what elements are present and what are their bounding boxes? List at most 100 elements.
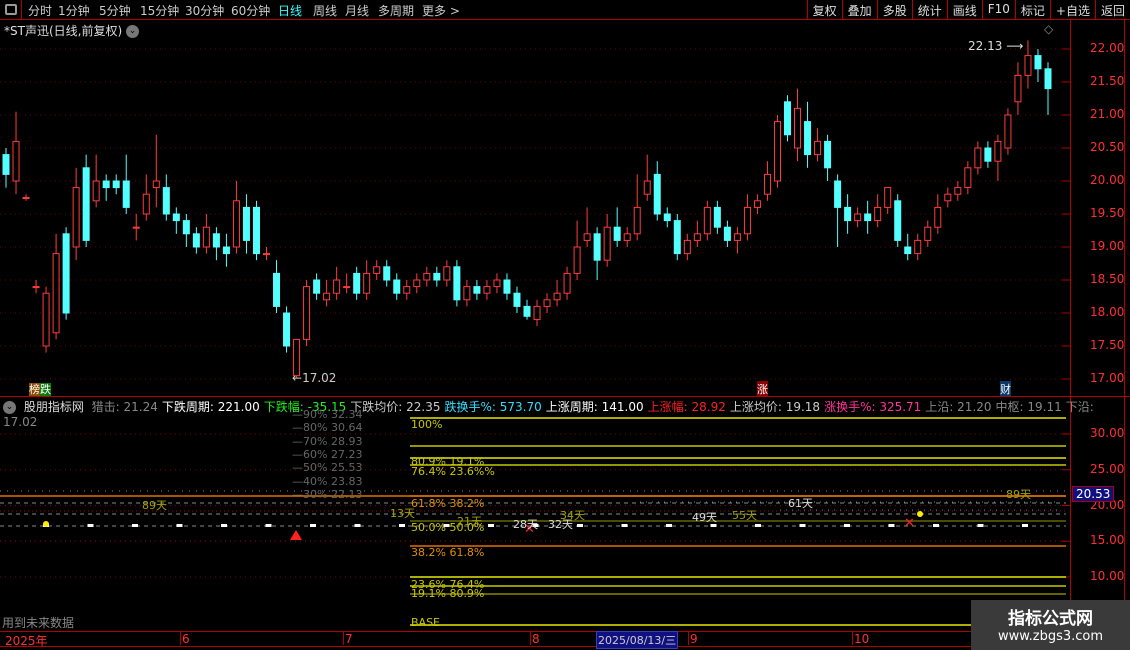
badge-bang-die[interactable]: 榜跌: [29, 381, 51, 397]
yellow-dot: [43, 521, 49, 527]
panel-icon: [5, 4, 17, 15]
overlay-button[interactable]: 叠加: [841, 0, 877, 20]
candle-up: [403, 286, 411, 294]
f10-button[interactable]: F10: [981, 0, 1015, 20]
candle-down: [593, 233, 601, 261]
add-watchlist-button[interactable]: +自选: [1049, 0, 1095, 20]
candle-down: [473, 286, 481, 294]
candle-down: [1034, 55, 1042, 70]
cycle-day-label: 21天: [457, 515, 482, 528]
candle-up: [994, 140, 1002, 162]
candle-up: [773, 121, 781, 182]
candle-up: [132, 226, 140, 229]
fib-label: 38.2% 61.8%: [411, 546, 485, 559]
candle-down: [844, 206, 852, 222]
cycle-day-label: 34天: [560, 509, 585, 522]
candle-up: [32, 286, 40, 289]
candle-down: [82, 167, 90, 241]
badge-zhang[interactable]: 涨: [757, 381, 768, 397]
fib-label: 61.8% 38.2%: [411, 497, 485, 510]
multi-stock-button[interactable]: 多股: [876, 0, 912, 20]
candle-down: [222, 246, 230, 255]
red-x-icon: ✕: [904, 516, 915, 531]
candle-up: [884, 187, 892, 208]
low-price-label: ←17.02: [292, 371, 336, 385]
period-tab-multi[interactable]: 多周期: [378, 2, 414, 19]
price-tick-label: 22.00: [1090, 41, 1125, 55]
tick: [852, 632, 853, 645]
period-tab-1min[interactable]: 1分钟: [58, 2, 90, 19]
statistics-button[interactable]: 统计: [911, 0, 947, 20]
percent-scale-item: —30% 22.13: [292, 487, 363, 501]
period-tab-more[interactable]: 更多 >: [422, 2, 460, 19]
time-label-jun: 6: [182, 632, 190, 646]
period-tab-30min[interactable]: 30分钟: [185, 2, 224, 19]
candle-down: [663, 213, 671, 222]
candle-down: [162, 187, 170, 215]
back-button[interactable]: 返回: [1094, 0, 1130, 20]
candle-up: [543, 299, 551, 307]
period-tab-fenshi[interactable]: 分时: [28, 2, 52, 19]
candle-up: [343, 286, 351, 289]
price-tick-label: 20.00: [1090, 173, 1125, 187]
candle-up: [443, 266, 451, 281]
period-tab-5min[interactable]: 5分钟: [99, 2, 131, 19]
candle-up: [753, 200, 761, 208]
candle-down: [192, 233, 200, 248]
fuquan-button[interactable]: 复权: [806, 0, 842, 20]
cycle-day-label: 28天: [513, 518, 538, 531]
fib-label: 19.1% 80.9%: [411, 587, 485, 600]
time-label-sep: 9: [690, 632, 698, 646]
candle-down: [904, 246, 912, 255]
candle-up: [924, 226, 932, 241]
candle-up: [152, 180, 160, 189]
candle-up: [232, 200, 240, 248]
draw-line-button[interactable]: 画线: [946, 0, 982, 20]
badge-cai[interactable]: 财: [1000, 381, 1011, 397]
period-tab-15min[interactable]: 15分钟: [140, 2, 179, 19]
price-tick-label: 17.00: [1090, 371, 1125, 385]
cycle-day-label: 55天: [732, 509, 757, 522]
period-tab-60min[interactable]: 60分钟: [231, 2, 270, 19]
candle-up: [854, 213, 862, 222]
watermark-url: www.zbgs3.com: [997, 629, 1104, 644]
cycle-marker: [176, 524, 183, 527]
period-tab-daily[interactable]: 日线: [278, 2, 302, 19]
percent-scale-item: —40% 23.83: [292, 474, 363, 488]
candle-up: [483, 286, 491, 294]
cycle-marker: [888, 524, 895, 527]
layout-toggle-button[interactable]: [0, 0, 22, 20]
candle-down: [453, 266, 461, 301]
candle-down: [102, 180, 110, 189]
arrow-icon: ←: [292, 371, 303, 385]
fib-label: BASE: [411, 616, 441, 629]
candle-up: [363, 272, 371, 294]
mark-button[interactable]: 标记: [1014, 0, 1050, 20]
cycle-marker: [310, 524, 316, 527]
period-tab-monthly[interactable]: 月线: [345, 2, 369, 19]
watermark: 指标公式网 www.zbgs3.com: [971, 600, 1130, 650]
candle-down: [283, 312, 291, 347]
cycle-marker: [755, 524, 761, 527]
candle-down: [122, 180, 130, 208]
period-tab-weekly[interactable]: 周线: [313, 2, 337, 19]
arrow-icon: ⟶: [1006, 39, 1024, 53]
candle-up: [563, 272, 571, 294]
candle-up: [974, 147, 982, 169]
candle-up: [1014, 74, 1022, 103]
candle-up: [1024, 55, 1032, 76]
indicator-tick-label: 25.00: [1090, 461, 1125, 476]
price-tick-label: 20.50: [1090, 140, 1125, 154]
time-axis-border: [0, 646, 1130, 647]
indicator-tick-label: 10.00: [1090, 569, 1125, 583]
candle-up: [703, 206, 711, 235]
percent-scale-item: —80% 30.64: [292, 421, 363, 435]
candle-down: [523, 305, 531, 317]
candle-down: [613, 226, 621, 241]
candle-down: [713, 206, 721, 228]
price-tick-label: 18.00: [1090, 305, 1125, 319]
candle-up: [964, 167, 972, 189]
candle-up: [1004, 114, 1012, 149]
price-tick-label: 17.50: [1090, 338, 1125, 352]
cycle-marker: [221, 524, 227, 527]
